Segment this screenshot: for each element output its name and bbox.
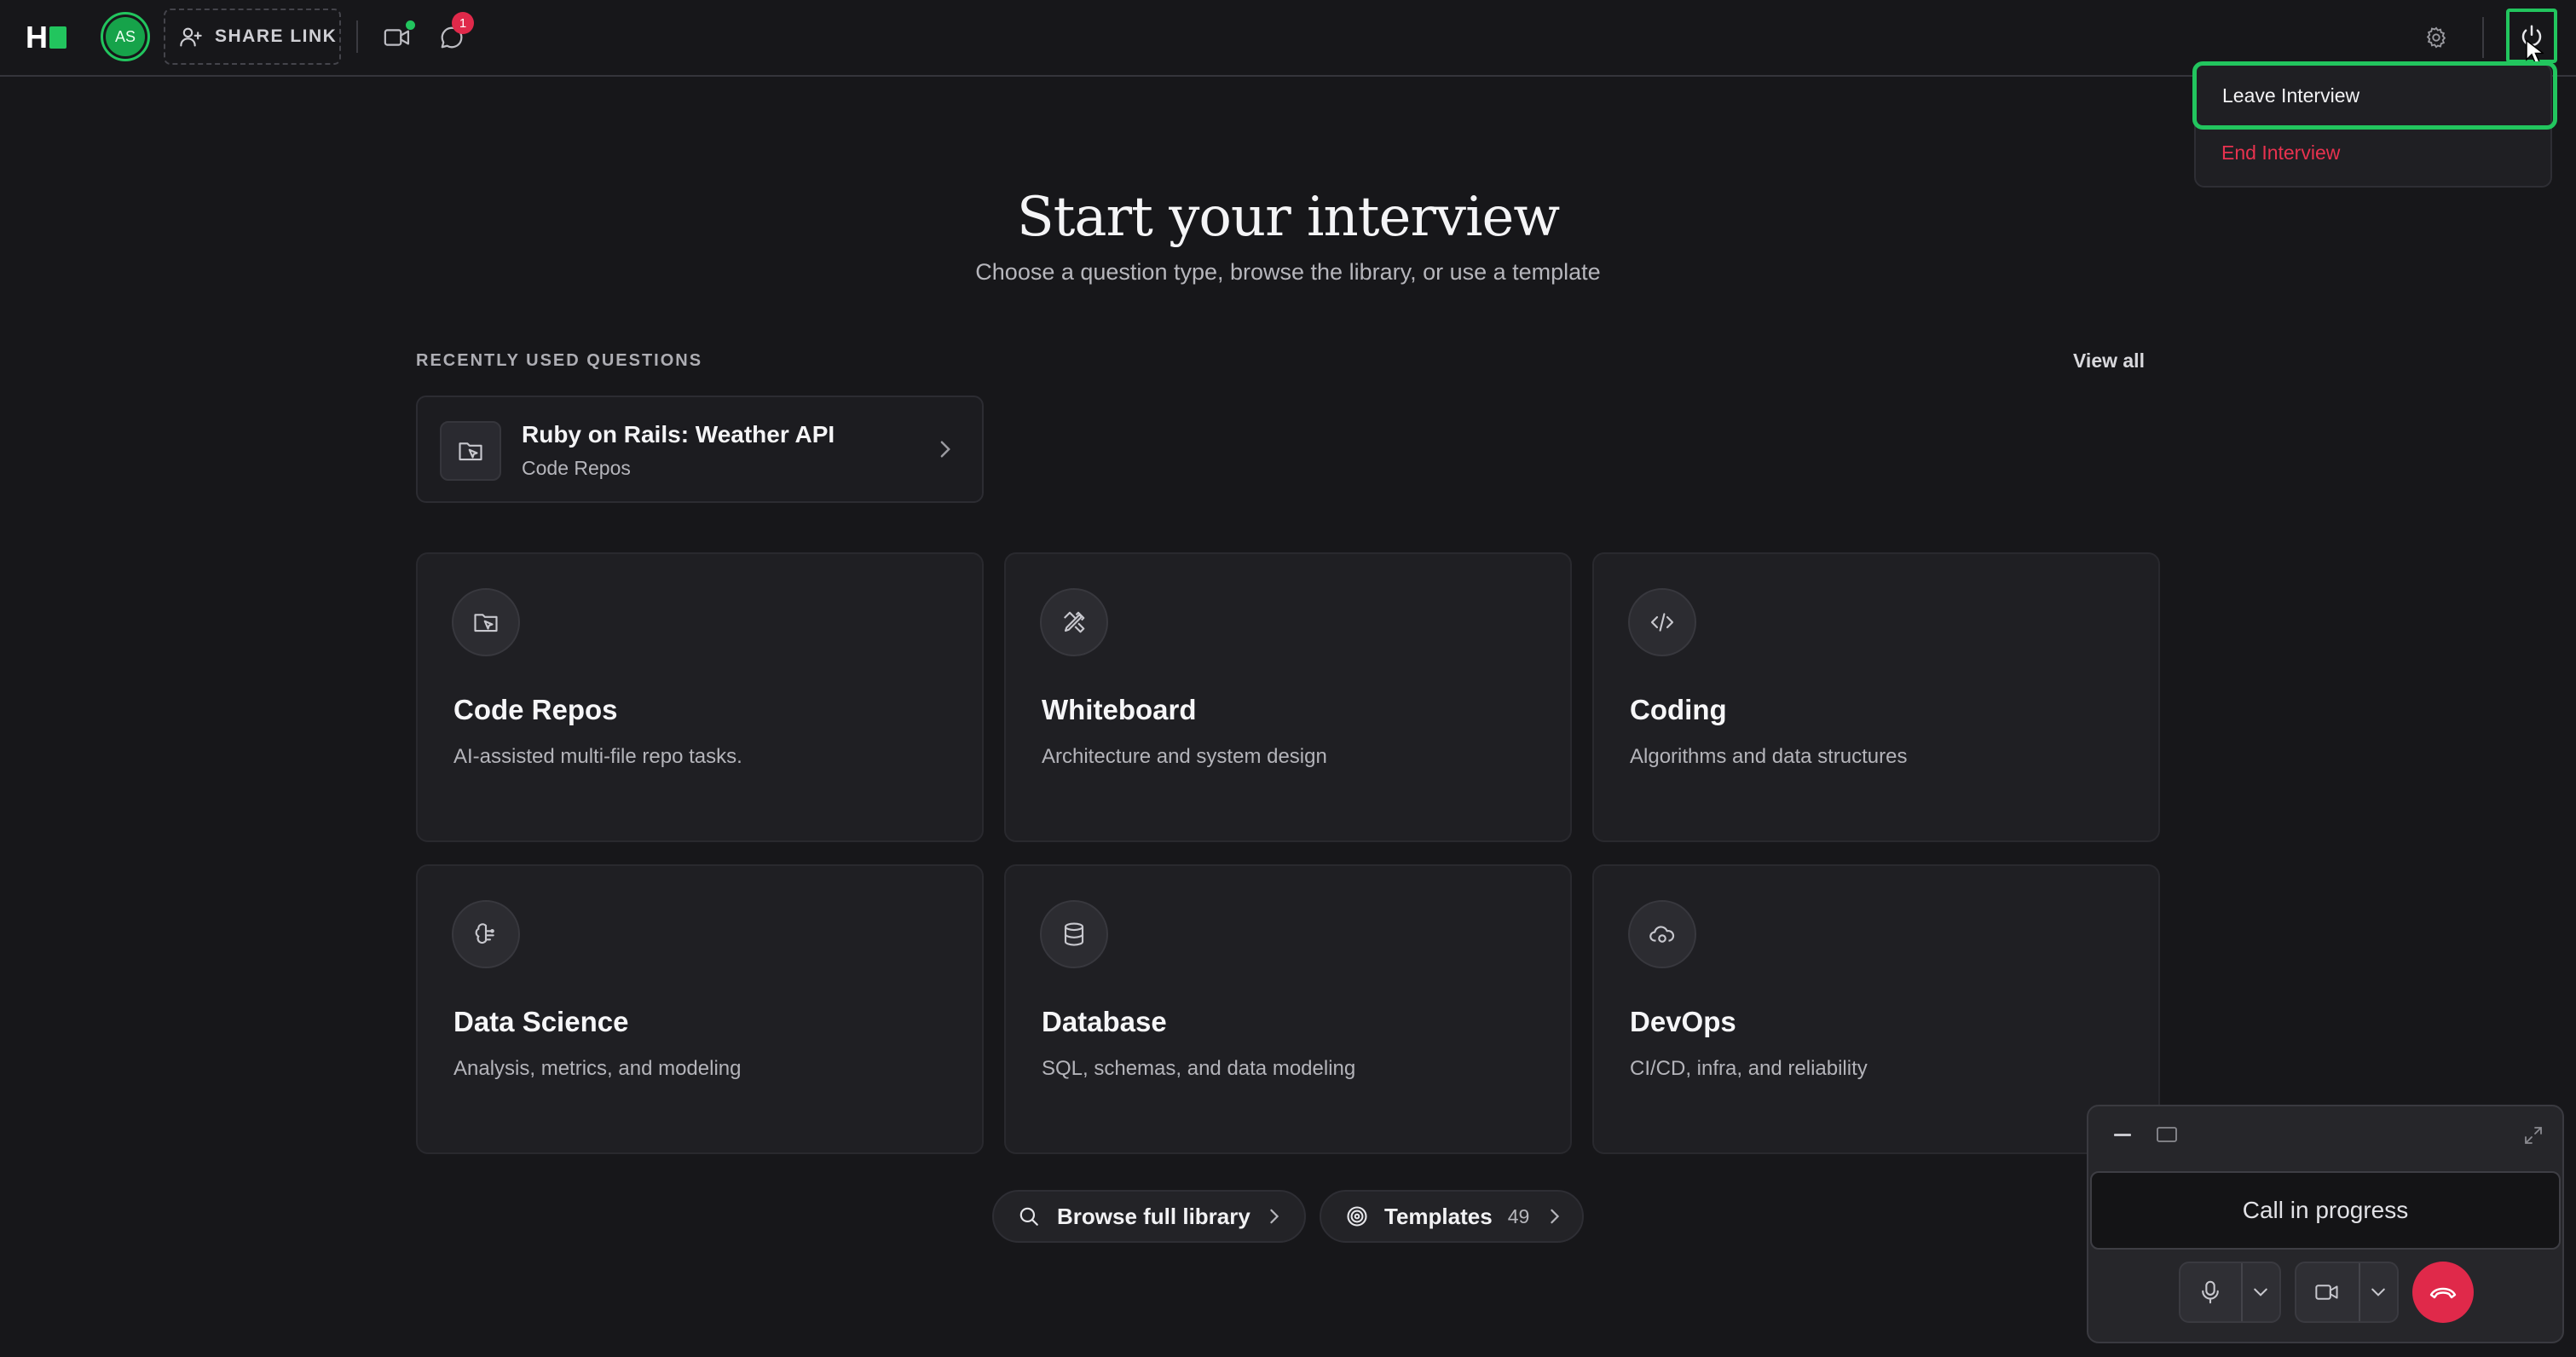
folder-cursor-icon — [452, 588, 520, 656]
expand-icon[interactable] — [2523, 1125, 2544, 1146]
card-title: Whiteboard — [1042, 694, 1197, 725]
chevron-right-icon — [939, 440, 951, 459]
card-title: Data Science — [453, 1006, 629, 1037]
card-description: SQL, schemas, and data modeling — [1042, 1057, 1356, 1080]
microphone-button[interactable] — [2180, 1263, 2241, 1321]
search-icon — [1018, 1205, 1040, 1227]
page-title: Start your interview — [1016, 186, 1560, 249]
minimize-button[interactable] — [2114, 1132, 2131, 1137]
gear-icon — [2424, 26, 2448, 49]
toolbar-divider-right — [2482, 17, 2484, 58]
card-title: Database — [1042, 1006, 1167, 1037]
browse-library-button[interactable]: Browse full library — [992, 1190, 1306, 1243]
leave-interview-item[interactable]: Leave Interview — [2192, 61, 2557, 130]
recent-question-title: Ruby on Rails: Weather API — [522, 421, 835, 448]
card-description: AI-assisted multi-file repo tasks. — [453, 745, 742, 768]
type-card-devops[interactable]: DevOps CI/CD, infra, and reliability — [1592, 864, 2160, 1154]
top-bar: H AS SHARE LINK 1 — [0, 0, 2576, 77]
share-link-label: SHARE LINK — [215, 26, 338, 46]
card-description: CI/CD, infra, and reliability — [1630, 1057, 1868, 1080]
end-interview-item[interactable]: End Interview — [2221, 141, 2340, 165]
templates-label: Templates — [1384, 1203, 1493, 1229]
microphone-control — [2179, 1262, 2281, 1323]
settings-button[interactable] — [2419, 20, 2453, 55]
logo[interactable]: H — [26, 20, 66, 55]
phone-hangup-icon — [2429, 1287, 2457, 1299]
restore-window-button[interactable] — [2157, 1127, 2177, 1142]
browse-library-label: Browse full library — [1057, 1203, 1250, 1229]
video-button[interactable] — [380, 20, 415, 53]
camera-options-button[interactable] — [2360, 1263, 2397, 1321]
chevron-down-icon — [2254, 1288, 2268, 1296]
brain-icon — [452, 900, 520, 968]
type-card-data-science[interactable]: Data Science Analysis, metrics, and mode… — [416, 864, 984, 1154]
share-link-button[interactable]: SHARE LINK — [164, 9, 341, 65]
code-icon — [1628, 588, 1696, 656]
video-camera-icon — [384, 26, 411, 49]
type-card-whiteboard[interactable]: Whiteboard Architecture and system desig… — [1004, 552, 1572, 842]
avatar-initials: AS — [106, 17, 145, 56]
page-subtitle: Choose a question type, browse the libra… — [975, 259, 1601, 285]
recent-question-card[interactable]: Ruby on Rails: Weather API Code Repos — [416, 396, 984, 503]
card-title: DevOps — [1630, 1006, 1736, 1037]
camera-button[interactable] — [2296, 1263, 2359, 1321]
leave-menu: Leave Interview End Interview — [2192, 61, 2557, 188]
camera-control — [2295, 1262, 2399, 1323]
card-description: Analysis, metrics, and modeling — [453, 1057, 742, 1080]
view-all-link[interactable]: View all — [2073, 349, 2145, 372]
templates-count: 49 — [1507, 1204, 1530, 1227]
cloud-cog-icon — [1628, 900, 1696, 968]
pencil-ruler-icon — [1040, 588, 1108, 656]
card-title: Coding — [1630, 694, 1727, 725]
add-user-icon — [179, 25, 203, 49]
avatar[interactable]: AS — [101, 12, 150, 61]
microphone-icon — [2202, 1280, 2220, 1304]
target-icon — [1345, 1204, 1369, 1228]
database-icon — [1040, 900, 1108, 968]
card-title: Code Repos — [453, 694, 618, 725]
chevron-down-icon — [2371, 1288, 2386, 1296]
recent-section-label: RECENTLY USED QUESTIONS — [416, 351, 703, 370]
hang-up-button[interactable] — [2412, 1262, 2474, 1323]
type-card-database[interactable]: Database SQL, schemas, and data modeling — [1004, 864, 1572, 1154]
call-widget: Call in progress — [2087, 1105, 2564, 1343]
card-description: Architecture and system design — [1042, 745, 1327, 768]
video-status-dot — [406, 20, 415, 30]
chevron-right-icon — [1269, 1208, 1279, 1225]
type-card-code-repos[interactable]: Code Repos AI-assisted multi-file repo t… — [416, 552, 984, 842]
chevron-right-icon — [1550, 1208, 1560, 1225]
logo-letter: H — [26, 20, 48, 55]
type-card-coding[interactable]: Coding Algorithms and data structures — [1592, 552, 2160, 842]
card-description: Algorithms and data structures — [1630, 745, 1908, 768]
call-status: Call in progress — [2090, 1171, 2561, 1250]
logo-block — [49, 26, 66, 49]
toolbar-divider — [356, 20, 358, 53]
microphone-options-button[interactable] — [2243, 1263, 2279, 1321]
folder-cursor-icon — [440, 421, 501, 481]
notification-badge: 1 — [452, 12, 474, 34]
chat-button[interactable]: 1 — [435, 12, 474, 55]
templates-button[interactable]: Templates 49 — [1320, 1190, 1584, 1243]
video-camera-icon — [2315, 1285, 2338, 1300]
recent-question-type: Code Repos — [522, 457, 631, 479]
